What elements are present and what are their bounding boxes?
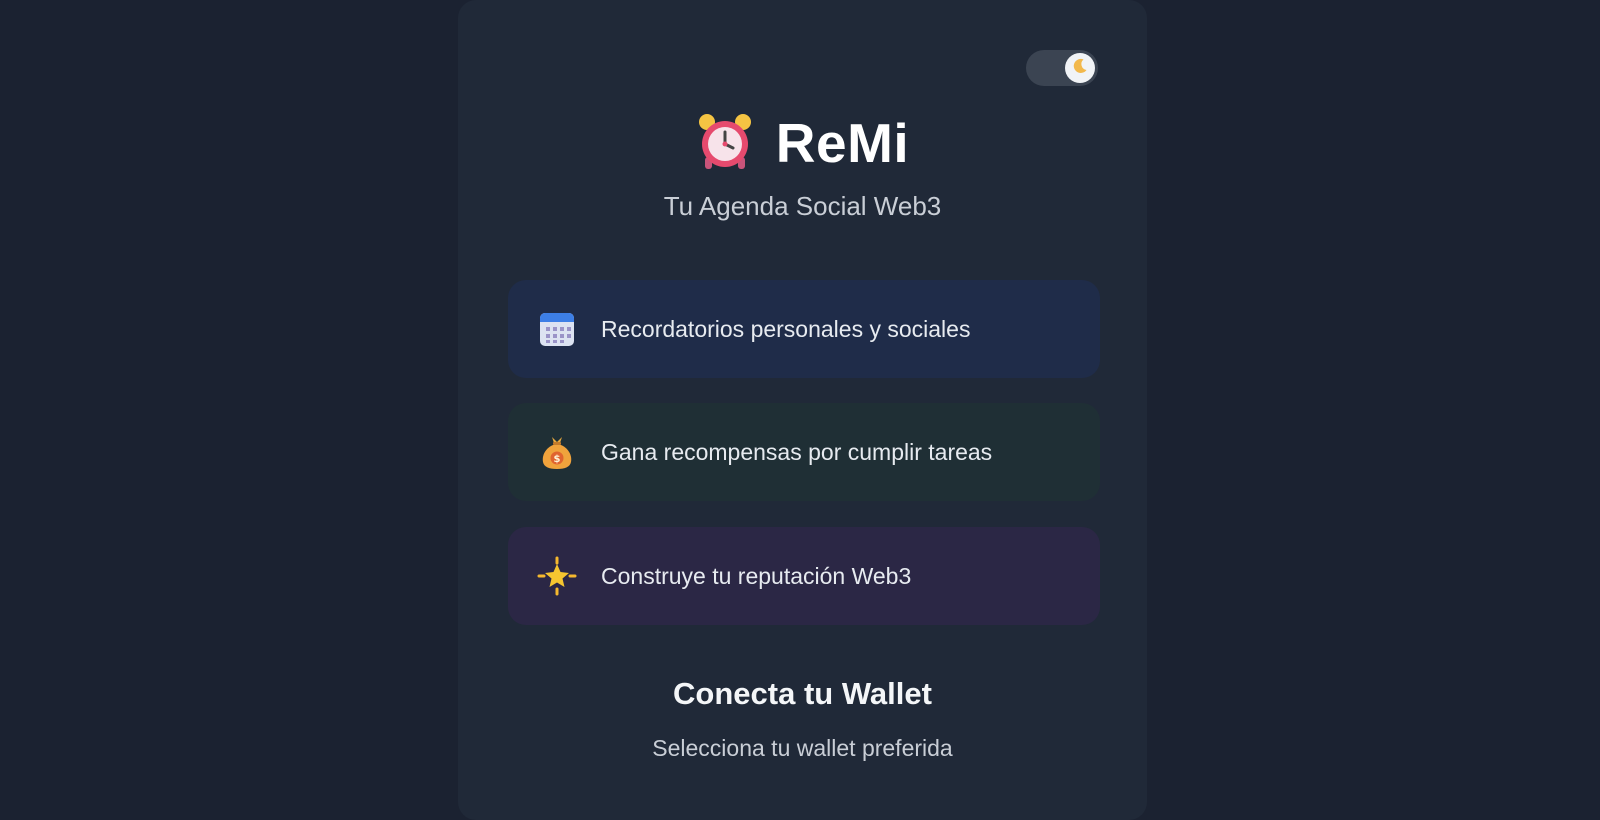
toggle-knob xyxy=(1065,53,1095,83)
feature-card-reminders: Recordatorios personales y sociales xyxy=(508,280,1100,378)
feature-label: Construye tu reputación Web3 xyxy=(601,562,912,589)
calendar-icon xyxy=(537,309,577,349)
feature-label: Recordatorios personales y sociales xyxy=(601,315,971,342)
money-bag-icon: $ xyxy=(537,432,577,472)
feature-card-reputation: Construye tu reputación Web3 xyxy=(508,527,1100,625)
moon-icon xyxy=(1070,56,1090,81)
feature-label: Gana recompensas por cumplir tareas xyxy=(601,438,993,465)
feature-card-rewards: $ Gana recompensas por cumplir tareas xyxy=(508,403,1100,501)
app-title: ReMi xyxy=(775,112,910,174)
theme-toggle[interactable] xyxy=(1026,50,1098,86)
alarm-clock-icon xyxy=(696,111,754,176)
brand-header: ReMi xyxy=(458,108,1147,178)
onboarding-card: ReMi Tu Agenda Social Web3 Recordatorios… xyxy=(458,0,1147,820)
app-tagline: Tu Agenda Social Web3 xyxy=(663,191,942,221)
connect-wallet-heading: Conecta tu Wallet xyxy=(673,676,932,711)
glowing-star-icon xyxy=(537,556,577,596)
svg-text:$: $ xyxy=(554,454,561,465)
connect-wallet-subtitle: Selecciona tu wallet preferida xyxy=(652,735,953,761)
